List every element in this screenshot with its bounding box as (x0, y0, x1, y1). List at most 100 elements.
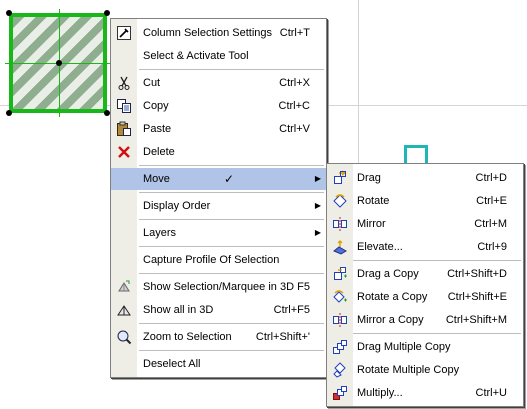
menu-separator (353, 260, 521, 261)
menu-item-label: Drag a Copy (357, 268, 419, 280)
menu-item-move[interactable]: Move ✓ ▶ (111, 168, 326, 190)
rotate-copy-icon (332, 289, 348, 305)
menu-item-label: Multiply... (357, 387, 403, 399)
scissors-icon (116, 75, 132, 91)
paste-icon (116, 121, 132, 137)
menu-item-shortcut: Ctrl+D (475, 172, 507, 184)
menu-item-label: Display Order (143, 200, 211, 212)
submenu-arrow-icon: ▶ (314, 174, 321, 183)
menu-item-shortcut: Ctrl+Shift+M (445, 314, 507, 326)
elevate-icon (332, 239, 348, 255)
menu-item-shortcut: Ctrl+U (475, 387, 507, 399)
column-center-point[interactable] (56, 60, 62, 66)
menu-item-shortcut: Ctrl+V (279, 123, 310, 135)
menu-separator (139, 219, 324, 220)
menu-item-show-selection-3d[interactable]: Show Selection/Marquee in 3D F5 (111, 276, 326, 298)
menu-item-shortcut: Ctrl+Shift+' (255, 331, 310, 343)
menu-item-label: Select & Activate Tool (143, 50, 249, 62)
menu-item-column-selection-settings[interactable]: Column Selection Settings Ctrl+T (111, 22, 326, 44)
menu-item-label: Show all in 3D (143, 304, 214, 316)
menu-separator (139, 192, 324, 193)
menu-item-label: Cut (143, 77, 161, 89)
menu-item-label: Column Selection Settings (143, 27, 273, 39)
menu-item-label: Mirror a Copy (357, 314, 424, 326)
menu-item-capture-profile[interactable]: Capture Profile Of Selection (111, 249, 326, 271)
cyan-element[interactable] (404, 145, 428, 165)
menu-item-label: Capture Profile Of Selection (143, 254, 280, 266)
menu-item-display-order[interactable]: Display Order ▶ (111, 195, 326, 217)
submenu-item-rotate[interactable]: Rotate Ctrl+E (327, 190, 523, 212)
menu-item-label: Deselect All (143, 358, 201, 370)
menu-item-select-activate-tool[interactable]: Select & Activate Tool (111, 45, 326, 67)
menu-item-show-all-3d[interactable]: Show all in 3D Ctrl+F5 (111, 299, 326, 321)
menu-separator (353, 333, 521, 334)
submenu-arrow-icon: ▶ (314, 228, 321, 237)
checkmark-icon: ✓ (224, 172, 235, 186)
submenu-item-multiply[interactable]: Multiply... Ctrl+U (327, 382, 523, 404)
menu-item-label: Rotate a Copy (357, 291, 428, 303)
menu-separator (139, 69, 324, 70)
menu-item-shortcut: Ctrl+F5 (273, 304, 310, 316)
menu-item-label: Mirror (357, 218, 386, 230)
menu-item-label: Show Selection/Marquee in 3D (143, 281, 295, 293)
submenu-item-rotate-multiple[interactable]: Rotate Multiple Copy (327, 359, 523, 381)
menu-item-shortcut: Ctrl+Shift+E (447, 291, 507, 303)
selection-handle[interactable] (104, 10, 110, 16)
menu-item-shortcut: Ctrl+9 (477, 241, 507, 253)
menu-separator (139, 165, 324, 166)
submenu-item-mirror[interactable]: Mirror Ctrl+M (327, 213, 523, 235)
menu-item-label: Zoom to Selection (143, 331, 232, 343)
selection-handle[interactable] (6, 110, 12, 116)
settings-icon (116, 25, 132, 41)
menu-item-cut[interactable]: Cut Ctrl+X (111, 72, 326, 94)
multiply-icon (332, 385, 348, 401)
context-menu: Column Selection Settings Ctrl+T Select … (110, 18, 327, 378)
menu-item-shortcut: Ctrl+M (474, 218, 507, 230)
drag-multiple-icon (332, 339, 348, 355)
submenu-item-drag[interactable]: Drag Ctrl+D (327, 167, 523, 189)
menu-separator (139, 323, 324, 324)
menu-item-copy[interactable]: Copy Ctrl+C (111, 95, 326, 117)
menu-item-delete[interactable]: Delete (111, 141, 326, 163)
menu-item-deselect-all[interactable]: Deselect All (111, 353, 326, 375)
show-all-3d-icon (116, 302, 132, 318)
menu-separator (139, 246, 324, 247)
rotate-multiple-icon (332, 362, 348, 378)
menu-item-label: Rotate Multiple Copy (357, 364, 460, 376)
menu-item-shortcut: Ctrl+X (279, 77, 310, 89)
drag-copy-icon (332, 266, 348, 282)
menu-item-label: Elevate... (357, 241, 403, 253)
submenu-arrow-icon: ▶ (314, 201, 321, 210)
submenu-item-rotate-copy[interactable]: Rotate a Copy Ctrl+Shift+E (327, 286, 523, 308)
move-submenu: Drag Ctrl+D Rotate Ctrl+E Mirror Ctrl+M … (326, 163, 524, 407)
menu-item-label: Layers (143, 227, 177, 239)
submenu-item-drag-copy[interactable]: Drag a Copy Ctrl+Shift+D (327, 263, 523, 285)
delete-icon (116, 144, 132, 160)
zoom-icon (116, 329, 132, 345)
menu-item-label: Rotate (357, 195, 390, 207)
drag-icon (332, 170, 348, 186)
mirror-copy-icon (332, 312, 348, 328)
mirror-icon (332, 216, 348, 232)
rotate-icon (332, 193, 348, 209)
menu-item-shortcut: Ctrl+Shift+D (447, 268, 507, 280)
menu-item-label: Move (143, 173, 170, 185)
menu-item-label: Delete (143, 146, 175, 158)
copy-icon (116, 98, 132, 114)
menu-item-layers[interactable]: Layers ▶ (111, 222, 326, 244)
submenu-item-mirror-copy[interactable]: Mirror a Copy Ctrl+Shift+M (327, 309, 523, 331)
menu-item-shortcut: Ctrl+T (279, 27, 310, 39)
menu-item-shortcut: Ctrl+E (476, 195, 507, 207)
submenu-item-elevate[interactable]: Elevate... Ctrl+9 (327, 236, 523, 258)
menu-item-label: Copy (143, 100, 169, 112)
selection-handle[interactable] (6, 10, 12, 16)
show-3d-icon (116, 279, 132, 295)
menu-item-shortcut: F5 (297, 281, 310, 293)
menu-item-shortcut: Ctrl+C (278, 100, 310, 112)
menu-item-zoom-to-selection[interactable]: Zoom to Selection Ctrl+Shift+' (111, 326, 326, 348)
menu-item-label: Paste (143, 123, 172, 135)
menu-item-paste[interactable]: Paste Ctrl+V (111, 118, 326, 140)
submenu-item-drag-multiple[interactable]: Drag Multiple Copy (327, 336, 523, 358)
menu-item-label: Drag (357, 172, 381, 184)
selected-column-element[interactable] (5, 9, 111, 117)
